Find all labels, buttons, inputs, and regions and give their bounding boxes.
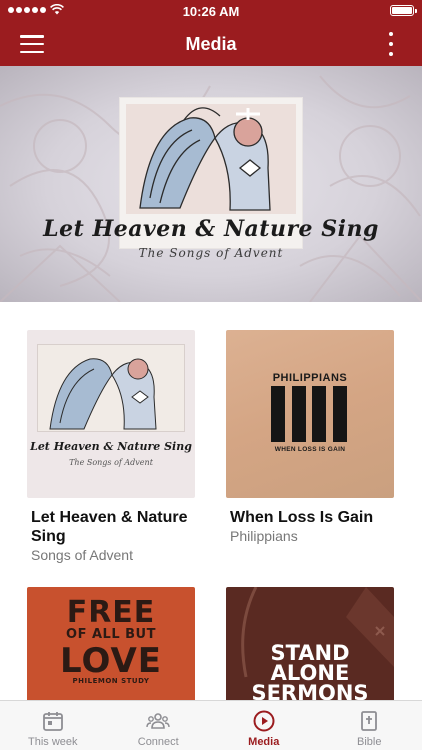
angel-illustration: [126, 104, 296, 214]
tab-label: This week: [27, 736, 78, 748]
series-subtitle: Songs of Advent: [31, 547, 133, 563]
artwork-footer: WHEN LOSS IS GAIN: [274, 446, 346, 453]
artwork-line-3: LOVE: [60, 641, 162, 681]
artwork-title: Let Heaven & Nature Sing: [30, 440, 192, 453]
tab-label: Connect: [137, 736, 179, 748]
artwork-line-2: ALONE: [270, 661, 350, 685]
tab-media[interactable]: Media: [211, 701, 317, 750]
page-title: Media: [185, 34, 237, 54]
tab-label: Media: [248, 736, 280, 748]
series-subtitle: Philippians: [230, 528, 298, 544]
series-artwork: Let Heaven & Nature Sing The Songs of Ad…: [27, 330, 195, 498]
play-circle-icon: [253, 710, 275, 732]
series-grid: Let Heaven & Nature Sing The Songs of Ad…: [0, 302, 422, 700]
tab-bible[interactable]: Bible: [317, 701, 422, 750]
artwork-subtitle: The Songs of Advent: [69, 458, 153, 467]
artwork-frame: [37, 344, 185, 432]
status-bar: 10:26 AM: [0, 0, 422, 22]
battery-icon: [390, 5, 417, 16]
hero-title: Let Heaven & Nature Sing: [43, 216, 379, 242]
artwork-header: PHILIPPIANS: [272, 372, 348, 384]
calendar-icon: [42, 712, 63, 731]
series-card-let-heaven[interactable]: Let Heaven & Nature Sing The Songs of Ad…: [27, 330, 195, 564]
series-artwork: PHILIPPIANS WHEN LOSS IS GAIN: [226, 330, 394, 498]
artwork-line-1: STAND: [270, 641, 350, 665]
tab-connect[interactable]: Connect: [106, 701, 212, 750]
nav-bar: Media: [0, 22, 422, 66]
artwork-line-2: OF ALL BUT: [66, 627, 156, 642]
series-card-stand-alone-sermons[interactable]: STAND ALONE SERMONS: [226, 587, 394, 700]
artwork-text: STAND ALONE SERMONS: [226, 641, 394, 701]
tab-label: Bible: [357, 736, 382, 748]
series-title: Let Heaven & Nature Sing: [31, 509, 188, 545]
artwork-line-1: FREE: [66, 595, 156, 630]
tab-this-week[interactable]: This week: [0, 701, 106, 750]
series-card-free-of-all-but-love[interactable]: FREE OF ALL BUT LOVE PHILEMON STUDY: [27, 587, 195, 700]
series-card-when-loss-is-gain[interactable]: PHILIPPIANS WHEN LOSS IS GAIN When Loss …: [226, 330, 394, 545]
featured-series-banner[interactable]: Let Heaven & Nature Sing The Songs of Ad…: [0, 66, 422, 302]
series-title: When Loss Is Gain: [230, 509, 374, 526]
status-time: 10:26 AM: [182, 4, 240, 19]
artwork-line-3: SERMONS: [251, 681, 369, 701]
people-icon: [146, 713, 170, 729]
series-artwork: STAND ALONE SERMONS: [226, 587, 394, 700]
bars-graphic: [271, 386, 347, 442]
fist-illustration: [27, 683, 195, 700]
bible-icon: [361, 711, 378, 731]
series-artwork: FREE OF ALL BUT LOVE PHILEMON STUDY: [27, 587, 195, 700]
angel-illustration: [49, 358, 157, 430]
tab-bar: This week Connect Media Bible: [0, 700, 422, 750]
more-vertical-icon[interactable]: [388, 32, 394, 56]
hero-subtitle: The Songs of Advent: [138, 246, 284, 260]
